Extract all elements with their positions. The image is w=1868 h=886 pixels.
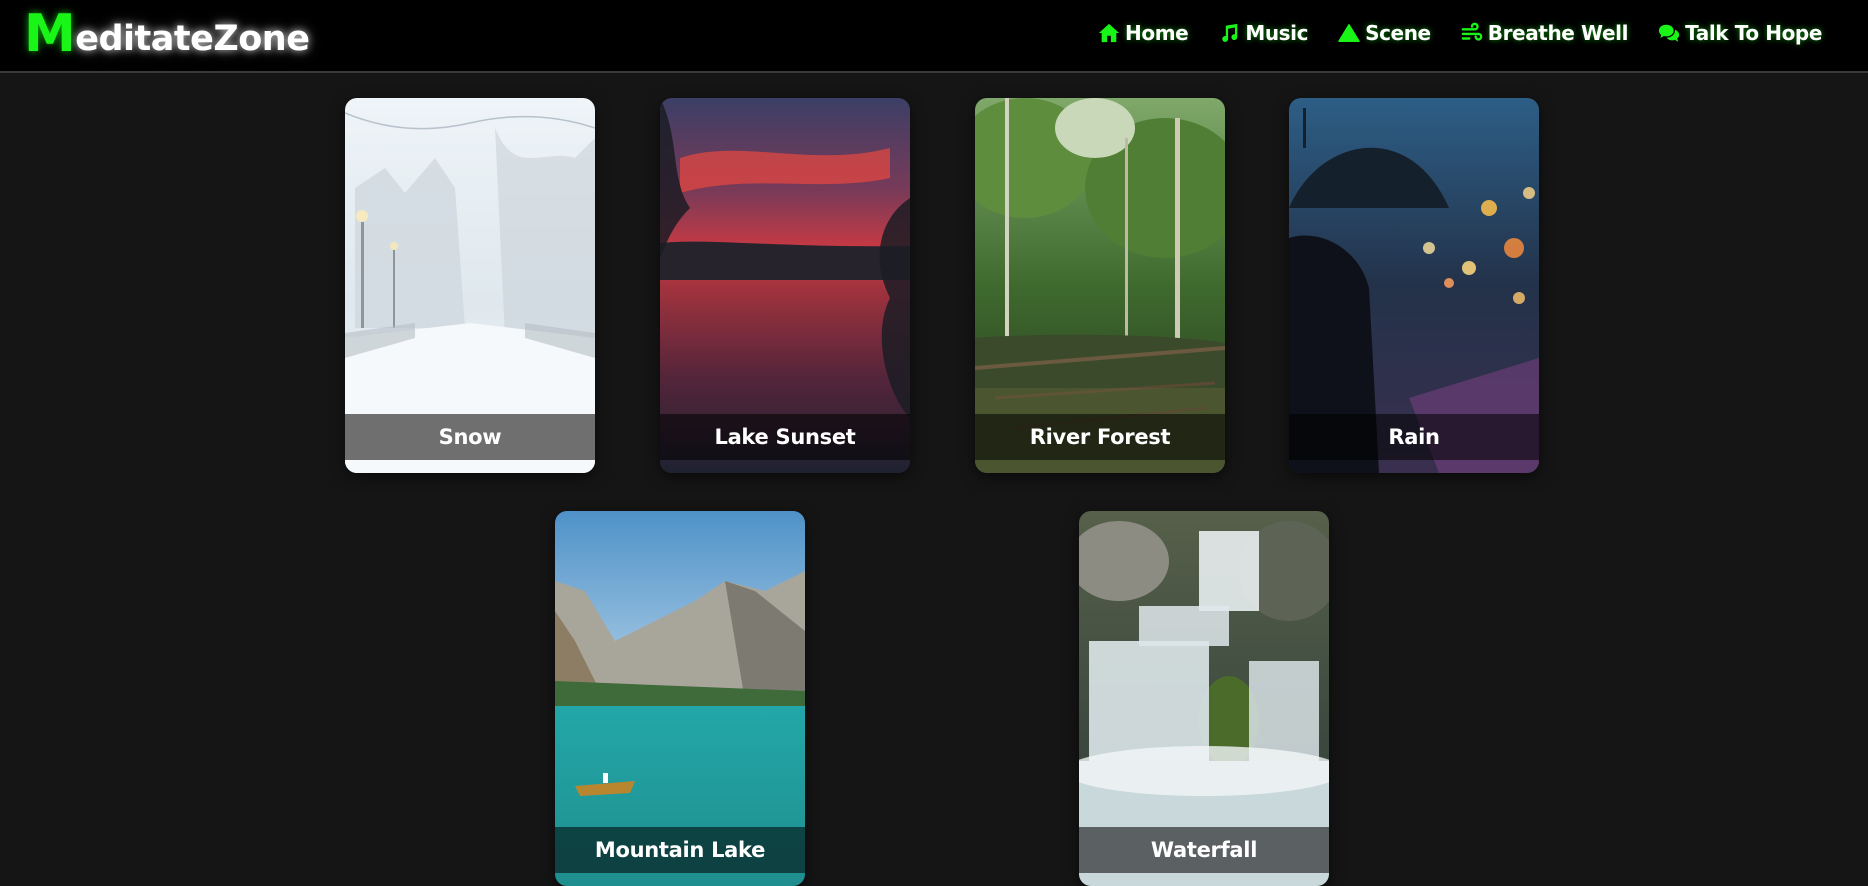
scene-title: River Forest bbox=[1029, 425, 1171, 449]
logo[interactable]: MeditateZone bbox=[24, 4, 310, 67]
scene-card-rain[interactable]: Rain bbox=[1289, 98, 1539, 473]
scene-card-snow[interactable]: Snow bbox=[345, 98, 595, 473]
nav-talk-to-hope[interactable]: Talk To Hope bbox=[1658, 21, 1822, 45]
music-note-icon bbox=[1222, 23, 1238, 42]
scene-card-mountain-lake[interactable]: Mountain Lake bbox=[555, 511, 805, 886]
scene-label-bar: Mountain Lake bbox=[555, 827, 805, 873]
scene-label-bar: Rain bbox=[1289, 414, 1539, 460]
scene-card-lake-sunset[interactable]: Lake Sunset bbox=[660, 98, 910, 473]
scene-title: Mountain Lake bbox=[594, 838, 766, 862]
scene-card-river-forest[interactable]: River Forest bbox=[975, 98, 1225, 473]
scene-title: Lake Sunset bbox=[714, 425, 856, 449]
nav-home[interactable]: Home bbox=[1098, 21, 1189, 45]
wind-icon bbox=[1461, 22, 1483, 41]
scene-title: Rain bbox=[1388, 425, 1440, 449]
scene-label-bar: River Forest bbox=[975, 414, 1225, 460]
scene-card-waterfall[interactable]: Waterfall bbox=[1079, 511, 1329, 886]
nav-music-label: Music bbox=[1245, 21, 1309, 45]
logo-letter: M bbox=[24, 4, 76, 64]
triangle-icon bbox=[1338, 24, 1360, 42]
nav-menu: Home Music Scene Breathe Well Talk To Ho… bbox=[1068, 0, 1822, 66]
scene-label-bar: Snow bbox=[345, 414, 595, 460]
nav-breathe-well-label: Breathe Well bbox=[1487, 21, 1629, 45]
scene-label-bar: Waterfall bbox=[1079, 827, 1329, 873]
nav-home-label: Home bbox=[1125, 21, 1189, 45]
scene-title: Waterfall bbox=[1150, 838, 1258, 862]
scene-label-bar: Lake Sunset bbox=[660, 414, 910, 460]
nav-talk-to-hope-label: Talk To Hope bbox=[1685, 21, 1822, 45]
logo-text: editateZone bbox=[75, 19, 310, 59]
navbar: MeditateZone Home Music Scene Breathe We… bbox=[0, 0, 1868, 73]
scene-title: Snow bbox=[438, 425, 502, 449]
nav-scene[interactable]: Scene bbox=[1338, 21, 1431, 45]
nav-breathe-well[interactable]: Breathe Well bbox=[1461, 21, 1628, 45]
home-icon bbox=[1098, 23, 1120, 43]
nav-scene-label: Scene bbox=[1365, 21, 1431, 45]
chat-bubbles-icon bbox=[1658, 24, 1680, 42]
nav-music[interactable]: Music bbox=[1218, 21, 1308, 45]
